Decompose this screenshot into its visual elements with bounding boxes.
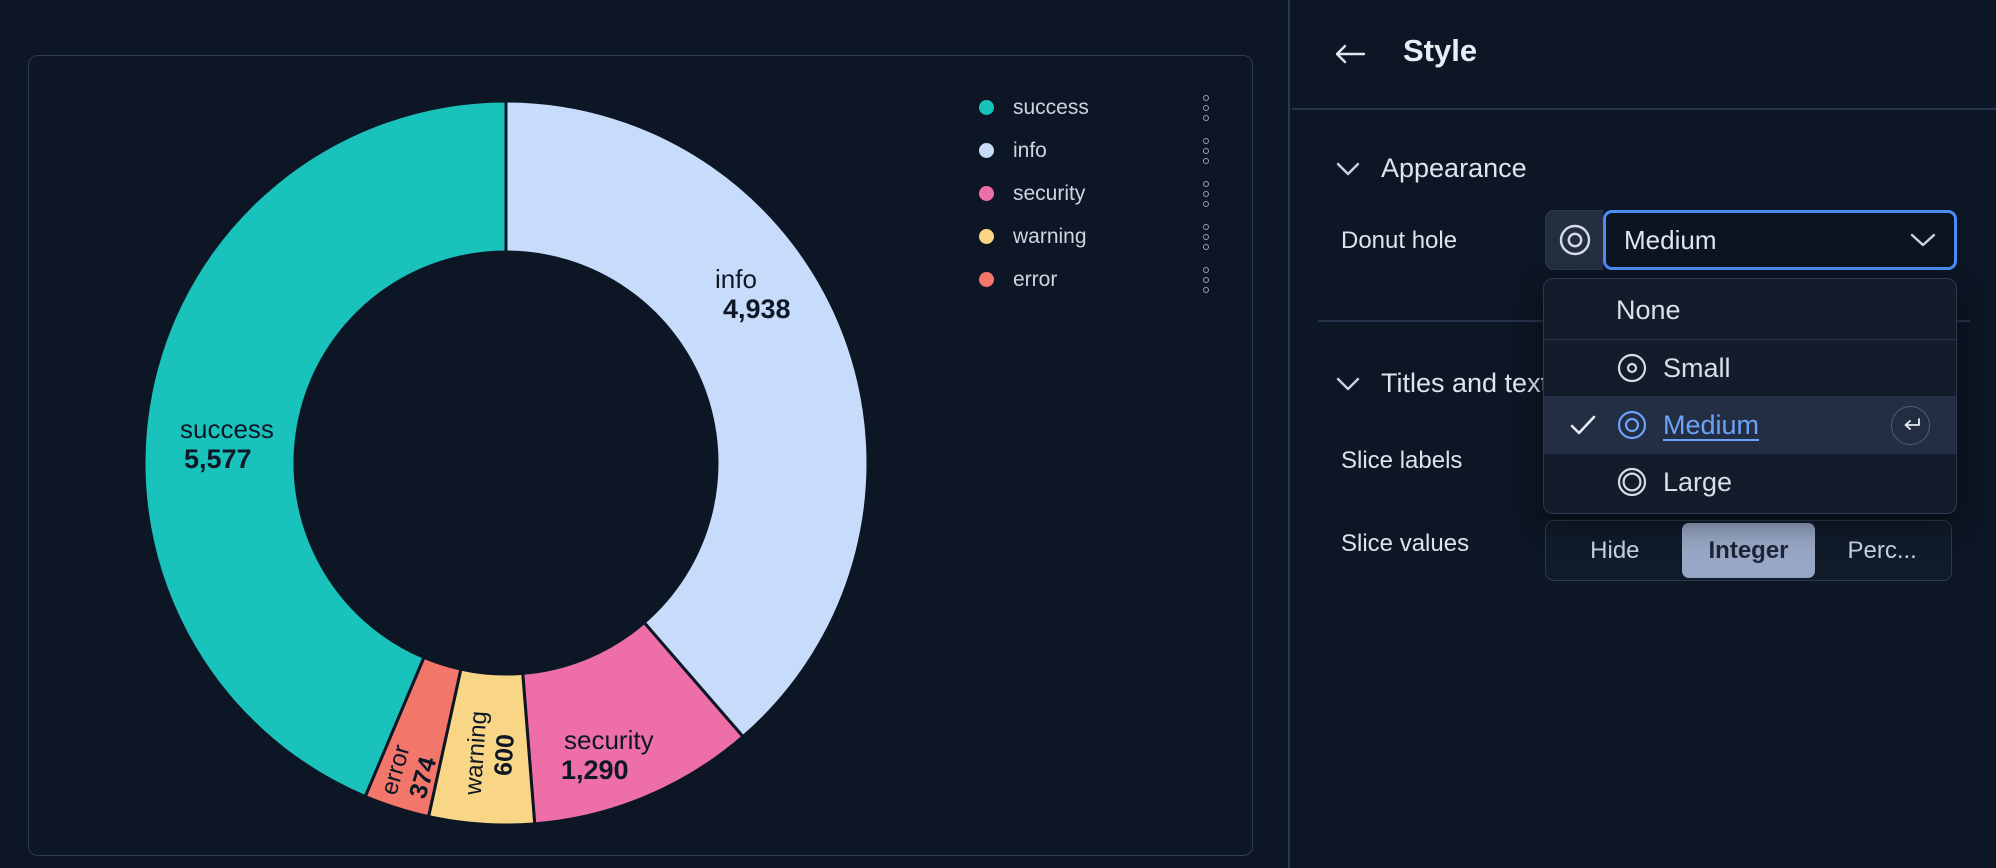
segment-percent[interactable]: Perc... (1815, 523, 1949, 578)
donut-hole-value: Medium (1624, 224, 1717, 255)
menu-option-none[interactable]: None (1544, 282, 1956, 339)
chevron-down-icon (1336, 377, 1360, 391)
app-root: success 5,577 info 4,938 security 1,290 warnin… (0, 0, 1996, 868)
slice-values-label: Slice values (1341, 530, 1470, 557)
style-settings-panel: Style Appearance Donut hole Medium Title… (1292, 0, 1996, 868)
slice-values-segmented-control: Hide Integer Perc... (1545, 520, 1952, 581)
legend-label: warning (1013, 224, 1087, 248)
menu-option-label: Small (1663, 352, 1731, 383)
legend-label: success (1013, 95, 1089, 119)
chart-legend: success info security warning error (979, 86, 1213, 301)
slice-labels-label: Slice labels (1341, 447, 1463, 474)
kebab-menu-icon[interactable] (1199, 220, 1213, 254)
chevron-down-icon (1910, 233, 1936, 247)
segment-integer[interactable]: Integer (1681, 523, 1816, 578)
legend-item-security[interactable]: security (979, 172, 1213, 215)
legend-item-success[interactable]: success (979, 86, 1213, 129)
section-titles-and-text[interactable]: Titles and text (1336, 368, 1548, 399)
menu-option-label: Medium (1663, 409, 1760, 440)
menu-option-large[interactable]: Large (1544, 453, 1956, 510)
panel-title: Style (1403, 33, 1478, 68)
legend-label: error (1013, 267, 1058, 291)
kebab-menu-icon[interactable] (1199, 134, 1213, 168)
segment-hide[interactable]: Hide (1548, 523, 1682, 578)
legend-item-warning[interactable]: warning (979, 215, 1213, 258)
chart-panel: success 5,577 info 4,938 security 1,290 warnin… (28, 55, 1253, 856)
donut-hole-label: Donut hole (1341, 227, 1458, 254)
kebab-menu-icon[interactable] (1199, 177, 1213, 211)
arrow-left-icon (1335, 44, 1366, 64)
return-key-icon (1891, 405, 1930, 445)
donut-medium-icon (1616, 409, 1663, 441)
back-button[interactable] (1330, 36, 1370, 72)
kebab-menu-icon[interactable] (1199, 263, 1213, 297)
menu-option-small[interactable]: Small (1544, 339, 1956, 396)
section-label: Titles and text (1381, 368, 1549, 398)
section-label: Appearance (1381, 153, 1527, 183)
donut-hole-select[interactable]: Medium (1603, 210, 1957, 270)
legend-swatch-error (979, 272, 994, 287)
menu-option-medium[interactable]: Medium (1544, 396, 1956, 453)
donut-small-icon (1616, 352, 1663, 384)
legend-swatch-security (979, 186, 994, 201)
section-appearance[interactable]: Appearance (1336, 153, 1527, 184)
donut-large-icon (1616, 466, 1663, 498)
menu-option-label: None (1616, 295, 1681, 325)
menu-option-label: Large (1663, 466, 1733, 497)
donut-hole-field: Medium (1545, 210, 1957, 270)
donut-slice-info[interactable] (504, 99, 870, 739)
legend-label: info (1013, 138, 1047, 162)
kebab-menu-icon[interactable] (1199, 91, 1213, 125)
header-divider (1292, 108, 1996, 110)
chevron-down-icon (1336, 162, 1360, 176)
legend-item-error[interactable]: error (979, 258, 1213, 301)
legend-swatch-warning (979, 229, 994, 244)
legend-swatch-success (979, 100, 994, 115)
donut-medium-icon (1559, 224, 1590, 256)
legend-swatch-info (979, 143, 994, 158)
legend-item-info[interactable]: info (979, 129, 1213, 172)
checkmark-icon (1570, 415, 1616, 435)
legend-label: security (1013, 181, 1086, 205)
donut-hole-dropdown-menu: None Small Medium Large (1543, 278, 1957, 514)
panel-divider (1288, 0, 1290, 868)
donut-hole-addon (1545, 210, 1603, 270)
